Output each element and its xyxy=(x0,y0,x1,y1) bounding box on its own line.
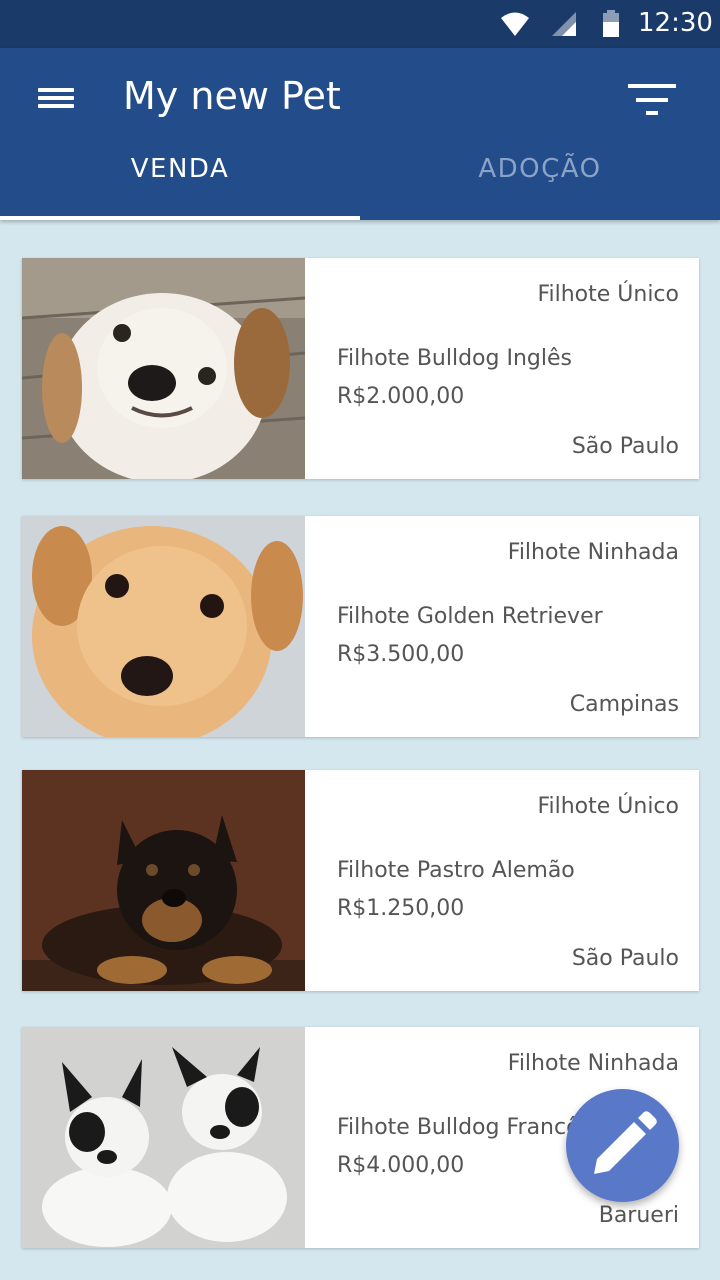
listing-city: São Paulo xyxy=(571,434,679,459)
status-bar: 12:30 xyxy=(0,0,720,48)
listing-name: Filhote Bulldog Francês xyxy=(337,1115,592,1140)
pet-card[interactable]: Filhote Único Filhote Bulldog Inglês R$2… xyxy=(22,258,699,479)
listing-city: Campinas xyxy=(569,692,679,717)
listing-name: Filhote Golden Retriever xyxy=(337,604,603,629)
listing-price: R$4.000,00 xyxy=(337,1153,465,1178)
listing-name: Filhote Bulldog Inglês xyxy=(337,346,572,371)
listing-city: Barueri xyxy=(598,1203,679,1228)
pet-photo xyxy=(22,258,305,479)
app-bar: My new Pet VENDA ADOÇÃO xyxy=(0,48,720,220)
listing-type: Filhote Único xyxy=(537,794,679,819)
pet-card[interactable]: Filhote Ninhada Filhote Golden Retriever… xyxy=(22,516,699,737)
listing-type: Filhote Único xyxy=(537,282,679,307)
edit-fab-button[interactable] xyxy=(566,1089,679,1202)
listing-name: Filhote Pastro Alemão xyxy=(337,858,575,883)
tab-indicator xyxy=(0,216,360,220)
pet-photo xyxy=(22,770,305,991)
filter-icon[interactable] xyxy=(626,80,682,120)
listing-type: Filhote Ninhada xyxy=(507,540,679,565)
tab-adocao[interactable]: ADOÇÃO xyxy=(360,144,720,220)
pet-photo xyxy=(22,516,305,737)
battery-icon xyxy=(603,10,619,37)
signal-icon xyxy=(552,12,576,36)
pencil-icon xyxy=(594,1111,657,1174)
app-title: My new Pet xyxy=(123,74,341,118)
listing-price: R$3.500,00 xyxy=(337,642,465,667)
pet-card[interactable]: Filhote Único Filhote Pastro Alemão R$1.… xyxy=(22,770,699,991)
tab-venda[interactable]: VENDA xyxy=(0,144,360,220)
clock: 12:30 xyxy=(638,8,713,38)
pet-photo xyxy=(22,1027,305,1248)
listing-type: Filhote Ninhada xyxy=(507,1051,679,1076)
wifi-icon xyxy=(501,12,529,36)
menu-icon[interactable] xyxy=(34,82,78,114)
listing-price: R$2.000,00 xyxy=(337,384,465,409)
listing-price: R$1.250,00 xyxy=(337,896,465,921)
listing-city: São Paulo xyxy=(571,946,679,971)
